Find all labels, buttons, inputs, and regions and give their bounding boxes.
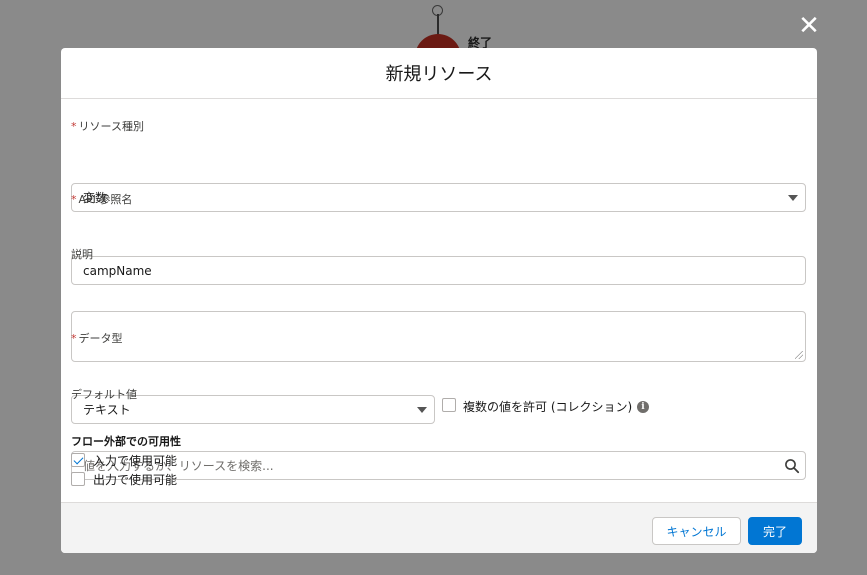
new-resource-dialog: 新規リソース * リソース種別 変数 * API 参照名 campName 説明 *… — [61, 48, 817, 553]
available-for-output-checkbox[interactable] — [71, 472, 85, 486]
required-marker: * — [71, 193, 77, 206]
default-value-search-input[interactable]: 値を入力するか、リソースを検索... — [71, 451, 806, 480]
availability-heading: フロー外部での可用性 — [71, 435, 181, 448]
allow-multiple-label: 複数の値を許可 (コレクション) — [463, 400, 633, 414]
default-value-label: デフォルト値 — [71, 388, 137, 401]
required-marker: * — [71, 332, 77, 345]
dialog-header: 新規リソース — [61, 48, 817, 99]
dialog-footer: キャンセル 完了 — [61, 502, 817, 553]
dialog-title: 新規リソース — [385, 64, 493, 85]
cancel-button[interactable]: キャンセル — [652, 517, 741, 545]
search-icon[interactable] — [784, 458, 800, 474]
api-name-label: * API 参照名 — [71, 193, 133, 206]
available-for-input-label: 入力で使用可能 — [93, 454, 178, 468]
required-marker: * — [71, 120, 77, 133]
available-for-output-label: 出力で使用可能 — [93, 473, 178, 487]
api-name-value: campName — [83, 263, 152, 278]
description-label: 説明 — [71, 248, 93, 261]
description-textarea[interactable] — [71, 311, 806, 362]
data-type-label: * データ型 — [71, 332, 123, 345]
done-button[interactable]: 完了 — [748, 517, 802, 545]
info-icon[interactable]: i — [637, 401, 649, 413]
data-type-value: テキスト — [83, 403, 131, 417]
resize-handle-icon[interactable] — [795, 351, 803, 359]
available-for-input-checkbox[interactable] — [71, 453, 85, 467]
allow-multiple-checkbox[interactable] — [442, 398, 456, 412]
resource-type-label: * リソース種別 — [71, 120, 144, 133]
chevron-down-icon — [788, 195, 798, 201]
close-icon[interactable]: ✕ — [797, 13, 821, 39]
resource-type-select[interactable]: 変数 — [71, 183, 806, 212]
api-name-input[interactable]: campName — [71, 256, 806, 285]
chevron-down-icon — [417, 407, 427, 413]
